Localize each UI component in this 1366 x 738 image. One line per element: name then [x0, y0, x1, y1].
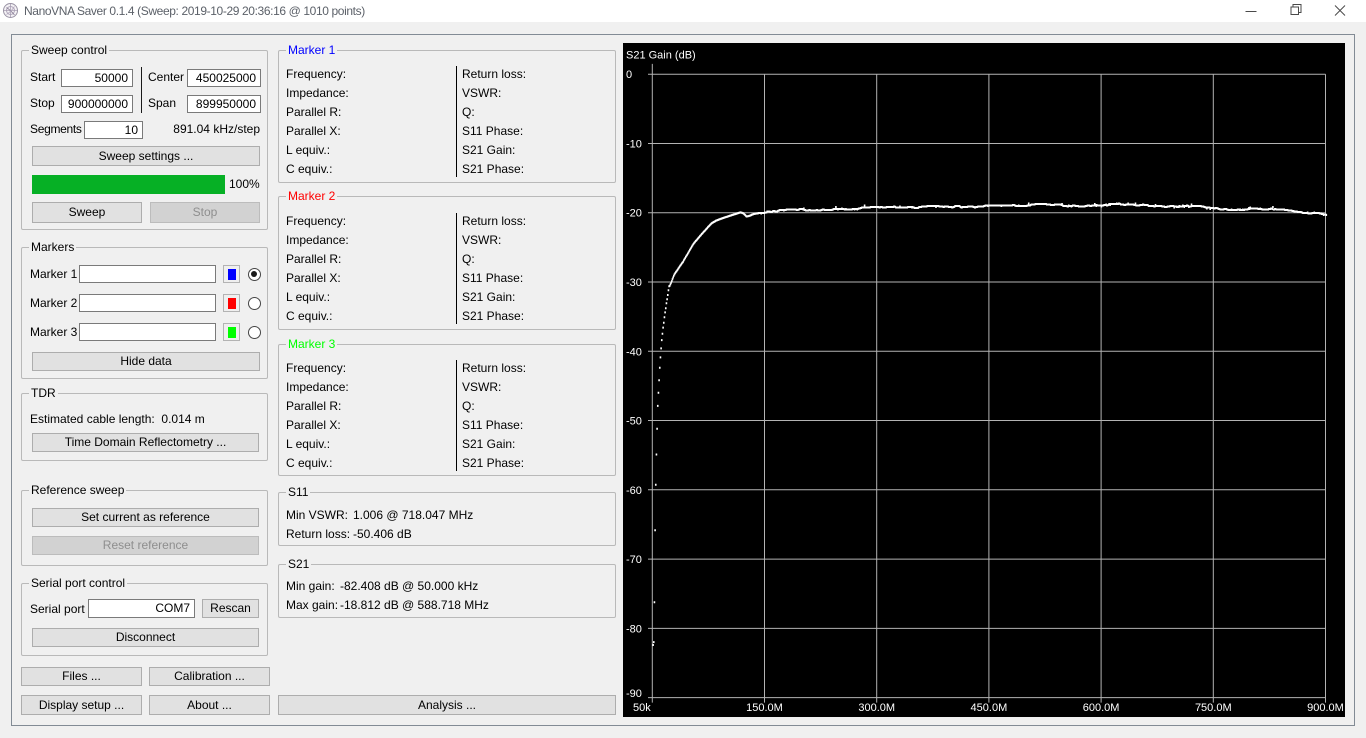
svg-text:900.0M: 900.0M [1307, 702, 1344, 714]
svg-text:-60: -60 [626, 485, 642, 497]
svg-text:-10: -10 [626, 139, 642, 151]
svg-text:-50: -50 [626, 416, 642, 428]
svg-text:300.0M: 300.0M [858, 702, 895, 714]
svg-text:750.0M: 750.0M [1195, 702, 1232, 714]
svg-text:-80: -80 [626, 623, 642, 635]
svg-text:-20: -20 [626, 208, 642, 220]
svg-text:-40: -40 [626, 346, 642, 358]
svg-text:0: 0 [626, 69, 632, 81]
svg-text:-70: -70 [626, 554, 642, 566]
svg-text:S21 Gain (dB): S21 Gain (dB) [626, 50, 696, 62]
svg-text:-30: -30 [626, 277, 642, 289]
svg-text:-90: -90 [626, 688, 642, 700]
svg-text:450.0M: 450.0M [971, 702, 1008, 714]
svg-text:50k: 50k [633, 702, 651, 714]
svg-text:600.0M: 600.0M [1083, 702, 1120, 714]
svg-text:150.0M: 150.0M [746, 702, 783, 714]
